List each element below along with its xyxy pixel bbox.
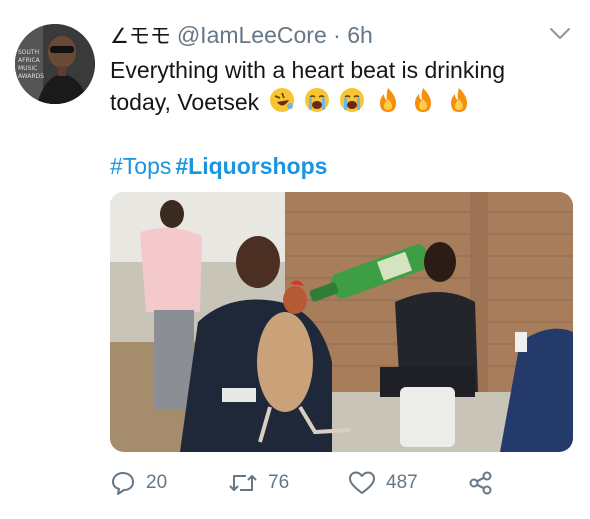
emoji-row bbox=[268, 86, 474, 122]
reply-button[interactable]: 20 bbox=[110, 466, 167, 500]
retweet-arrows-icon bbox=[229, 475, 257, 491]
display-name[interactable]: ∠モモ bbox=[110, 24, 171, 48]
fire-emoji bbox=[450, 88, 467, 112]
avatar[interactable]: SOUTH AFRICA MUSIC AWARDS bbox=[15, 24, 95, 104]
reply-count: 20 bbox=[146, 472, 168, 493]
rofl-emoji bbox=[269, 88, 294, 112]
avatar-image: SOUTH AFRICA MUSIC AWARDS bbox=[15, 24, 95, 104]
header-separator: · bbox=[333, 22, 341, 48]
hashtags: #Tops #Liquorshops bbox=[110, 150, 327, 182]
retweet-button[interactable]: 76 bbox=[228, 466, 289, 500]
user-handle[interactable]: @IamLeeCore bbox=[177, 22, 327, 48]
tweet-text: Everything with a heart beat is drinking… bbox=[110, 54, 570, 122]
avatar-badge-text-3: MUSIC bbox=[18, 65, 37, 72]
retweet-count: 76 bbox=[268, 472, 290, 493]
tweet-header: ∠モモ @IamLeeCore · 6h bbox=[110, 18, 373, 53]
fire-emoji bbox=[415, 88, 432, 112]
speech-bubble-icon bbox=[112, 472, 134, 495]
hashtag-liquorshops[interactable]: #Liquorshops bbox=[175, 153, 327, 179]
like-count: 487 bbox=[386, 472, 418, 493]
like-button[interactable]: 487 bbox=[348, 466, 418, 500]
avatar-badge-text-2: AFRICA bbox=[18, 57, 41, 64]
loudly-crying-emoji bbox=[304, 88, 329, 112]
avatar-badge-text-4: AWARDS bbox=[18, 73, 44, 80]
photo-illustration bbox=[110, 192, 573, 452]
heart-icon bbox=[349, 471, 375, 494]
tweet-actions: 20 76 487 bbox=[110, 466, 580, 500]
hashtag-tops[interactable]: #Tops bbox=[110, 153, 171, 179]
share-nodes-icon bbox=[469, 471, 492, 495]
share-button[interactable] bbox=[468, 466, 504, 500]
tweet-photo[interactable] bbox=[110, 192, 573, 452]
chevron-down-icon[interactable] bbox=[548, 26, 572, 42]
loudly-crying-emoji bbox=[340, 88, 365, 112]
tweet-card: SOUTH AFRICA MUSIC AWARDS ∠モモ @IamLeeCore… bbox=[0, 0, 590, 519]
avatar-badge-text-1: SOUTH bbox=[18, 49, 39, 56]
tweet-time[interactable]: 6h bbox=[347, 22, 373, 48]
fire-emoji bbox=[379, 88, 396, 112]
